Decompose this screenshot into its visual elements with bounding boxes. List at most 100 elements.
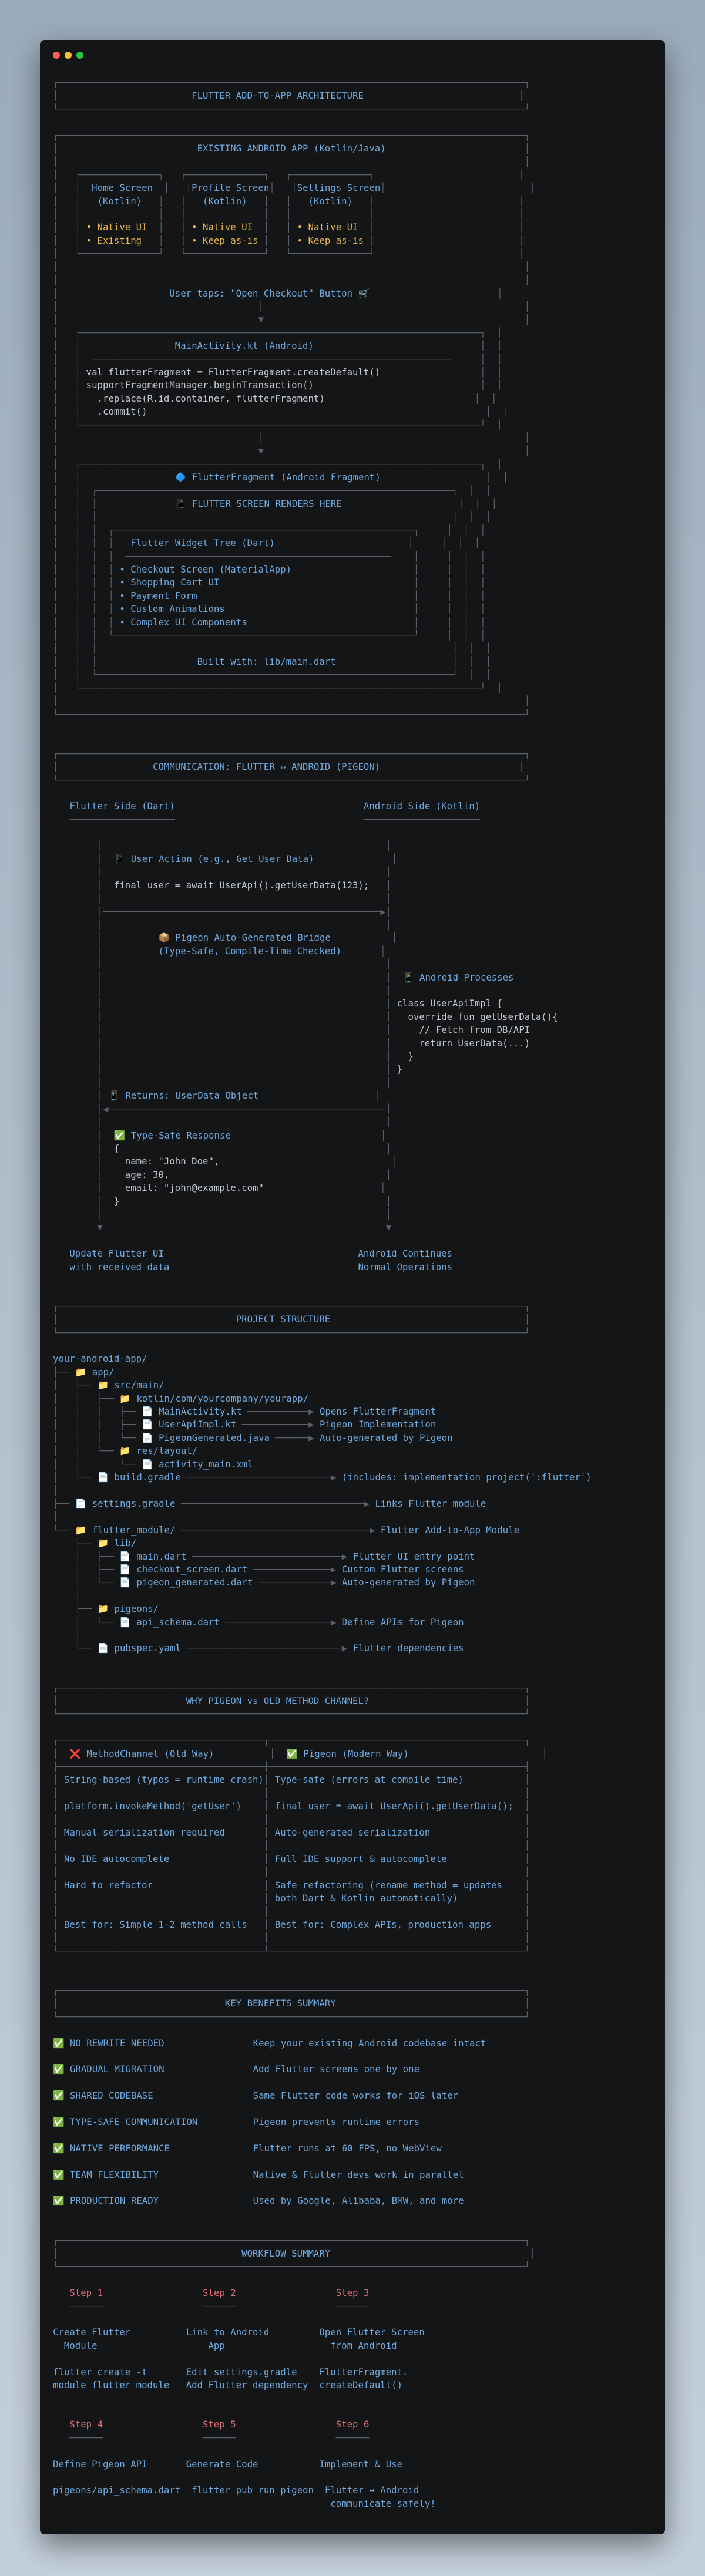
impl-line-4: return UserData(...) <box>397 1037 531 1049</box>
benefits-title: KEY BENEFITS SUMMARY <box>224 1998 336 2009</box>
tree-lib: lib/ <box>114 1537 137 1549</box>
step-5-desc-1: Generate Code <box>186 2458 258 2470</box>
tree-app: app/ <box>92 1366 115 1378</box>
benefit-1-desc: Keep your existing Android codebase inta… <box>253 2037 486 2049</box>
step-6-desc-1: Implement & Use <box>319 2458 403 2470</box>
profile-native-ui: • Native UI <box>192 221 253 233</box>
tree-kotlin-path: kotlin/com/yourcompany/yourapp/ <box>136 1392 309 1404</box>
ma-code-line-1: val flutterFragment = FlutterFragment.cr… <box>86 366 381 378</box>
benefit-7: ✅ PRODUCTION READY <box>53 2195 159 2207</box>
home-screen-sub: (Kotlin) <box>97 195 142 207</box>
step-2-desc-1: Link to Android <box>186 2326 270 2338</box>
comparison-title: WHY PIGEON vs OLD METHOD CHANNEL? <box>186 1695 370 1706</box>
settings-keep: • Keep as-is <box>297 234 364 246</box>
window-controls <box>53 52 83 59</box>
tree-main-dart: main.dart <box>136 1550 187 1562</box>
step-6-cmd-2: communicate safely! <box>319 2497 436 2509</box>
step-4-desc-1: Define Pigeon API <box>53 2458 147 2470</box>
update-line-2: with received data <box>69 1261 170 1272</box>
benefit-2: ✅ GRADUAL MIGRATION <box>53 2063 164 2075</box>
step-6-cmd-1: Flutter ↔ Android <box>324 2484 419 2496</box>
tree-pubspec: pubspec.yaml <box>114 1642 181 1654</box>
built-with-label: Built with: lib/main.dart <box>197 655 336 667</box>
flutter-fragment-title: 🔷 FlutterFragment (Android Fragment) <box>174 472 381 483</box>
impl-line-3: // Fetch from DB/API <box>397 1024 531 1036</box>
architecture-diagram-text: ┌───────────────────────────────────────… <box>53 77 592 2509</box>
note-custom: Custom Flutter screens <box>341 1563 464 1575</box>
old-way-4: No IDE autocomplete <box>63 1853 170 1864</box>
structure-title: PROJECT STRUCTURE <box>236 1314 331 1325</box>
tree-src-main: src/main/ <box>114 1379 164 1391</box>
old-way-6: Best for: Simple 1-2 method calls <box>63 1918 247 1930</box>
call-line: final user = await UserApi().getUserData… <box>113 879 370 891</box>
note-opens: Opens FlutterFragment <box>320 1406 437 1417</box>
existing-app-title: EXISTING ANDROID APP (Kotlin/Java) <box>197 143 386 154</box>
impl-line-6: } <box>397 1063 403 1075</box>
note-autogen: Auto-generated by Pigeon <box>320 1432 453 1443</box>
right-header: ✅ Pigeon (Modern Way) <box>286 1747 409 1759</box>
flutter-side-label: Flutter Side (Dart) <box>69 800 175 812</box>
step-1-desc-1: Create Flutter <box>53 2326 131 2338</box>
new-way-5-cont: both Dart & Kotlin automatically) <box>274 1893 458 1904</box>
profile-screen-sub: (Kotlin) <box>203 195 247 207</box>
new-way-6: Best for: Complex APIs, production apps <box>274 1918 492 1930</box>
bridge-line-1: 📦 Pigeon Auto-Generated Bridge <box>158 932 331 944</box>
step-3-cmd-2: createDefault() <box>319 2379 403 2391</box>
tree-activity-main: activity_main.xml <box>159 1458 253 1470</box>
minimize-button[interactable] <box>65 52 72 59</box>
benefit-3: ✅ SHARED CODEBASE <box>53 2090 153 2102</box>
maximize-button[interactable] <box>76 52 83 59</box>
note-addtoapp: Flutter Add-to-App Module <box>380 1524 520 1536</box>
resp-line-1: { <box>113 1142 120 1154</box>
profile-screen-title: Profile Screen <box>192 182 270 194</box>
home-existing: • Existing <box>86 234 142 246</box>
new-way-3: Auto-generated serialization <box>274 1827 431 1838</box>
resp-line-4: email: "john@example.com" <box>113 1182 264 1194</box>
impl-line-5: } <box>397 1050 414 1062</box>
tree-settings-gradle: settings.gradle <box>92 1497 176 1509</box>
widget-tree-title: Flutter Widget Tree (Dart) <box>130 537 275 549</box>
tree-build-gradle: build.gradle <box>114 1471 181 1483</box>
step-3-cmd-1: FlutterFragment. <box>319 2366 408 2378</box>
home-screen-title: Home Screen <box>92 182 153 194</box>
android-processes-label: 📱 Android Processes <box>402 971 514 983</box>
note-deps: Flutter dependencies <box>352 1642 464 1654</box>
tree-flutter-module: flutter_module/ <box>92 1524 176 1536</box>
tree-api-schema: api_schema.dart <box>136 1616 220 1628</box>
step-4-label: Step 4 <box>69 2419 103 2430</box>
returns-label: 📱 Returns: UserData Object <box>108 1090 259 1102</box>
old-way-3: Manual serialization required <box>63 1827 225 1838</box>
widget-item-2: • Shopping Cart UI <box>119 577 220 588</box>
step-6-label: Step 6 <box>335 2419 370 2430</box>
benefit-3-desc: Same Flutter code works for iOS later <box>253 2090 459 2102</box>
user-taps-label: User taps: "Open Checkout" Button 🛒 <box>169 287 370 299</box>
step-2-label: Step 2 <box>203 2287 236 2299</box>
widget-item-3: • Payment Form <box>119 590 197 601</box>
settings-screen-sub: (Kotlin) <box>308 195 353 207</box>
widget-item-5: • Complex UI Components <box>119 616 247 628</box>
ma-code-line-2: supportFragmentManager.beginTransaction(… <box>86 379 314 391</box>
step-3-desc-1: Open Flutter Screen <box>319 2326 425 2338</box>
step-1-cmd-2: module flutter_module <box>53 2379 170 2391</box>
note-autogen-2: Auto-generated by Pigeon <box>341 1577 475 1588</box>
note-links: Links Flutter module <box>375 1497 486 1509</box>
widget-item-1: • Checkout Screen (MaterialApp) <box>119 564 292 575</box>
new-way-2: final user = await UserApi().getUserData… <box>274 1800 513 1812</box>
note-includes: (includes: implementation project(':flut… <box>341 1471 592 1483</box>
old-way-5: Hard to refactor <box>63 1879 153 1891</box>
close-button[interactable] <box>53 52 60 59</box>
android-side-label: Android Side (Kotlin) <box>363 800 481 812</box>
impl-line-1: class UserApiImpl { <box>397 998 503 1009</box>
update-line-1: Update Flutter UI <box>69 1248 164 1260</box>
benefit-6-desc: Native & Flutter devs work in parallel <box>253 2168 464 2180</box>
main-activity-title: MainActivity.kt (Android) <box>174 340 314 352</box>
new-way-5: Safe refactoring (rename method = update… <box>274 1879 503 1891</box>
benefit-2-desc: Add Flutter screens one by one <box>253 2063 420 2075</box>
ma-code-line-3: .replace(R.id.container, flutterFragment… <box>86 392 325 404</box>
old-way-1: String-based (typos = runtime crash) <box>63 1774 264 1786</box>
arch-title: FLUTTER ADD-TO-APP ARCHITECTURE <box>192 90 364 102</box>
resp-line-3: age: 30, <box>113 1169 170 1180</box>
new-way-4: Full IDE support & autocomplete <box>274 1853 447 1864</box>
impl-line-2: override fun getUserData(){ <box>397 1011 558 1022</box>
benefit-7-desc: Used by Google, Alibaba, BMW, and more <box>253 2195 464 2207</box>
